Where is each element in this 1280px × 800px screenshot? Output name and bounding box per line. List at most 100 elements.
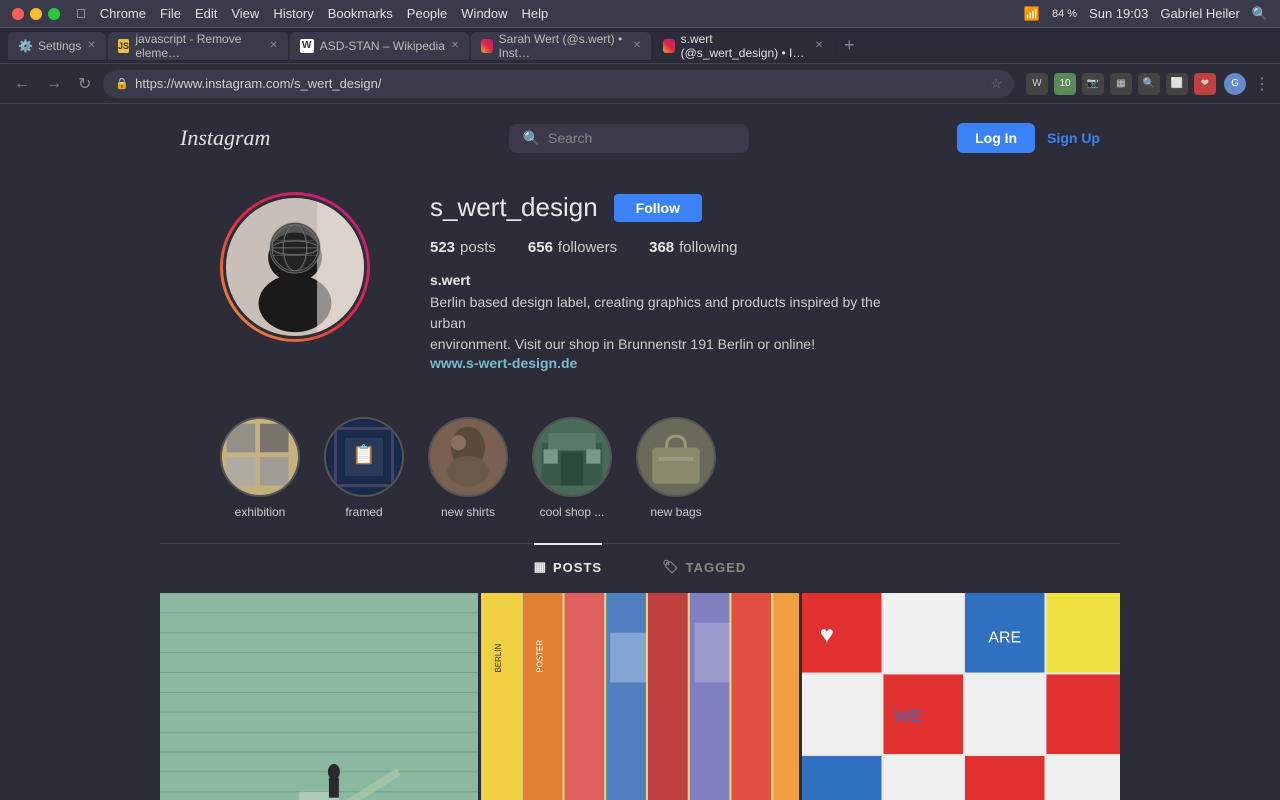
avatar-inner [223,195,367,339]
ext-btn-6[interactable]: ⬜ [1166,73,1188,95]
url-text: https://www.instagram.com/s_wert_design/ [135,76,984,91]
history-menu[interactable]: History [273,6,313,21]
highlights-row: exhibition 📋 framed [160,407,1120,543]
highlight-newshirts-circle [428,417,508,497]
posts-tab-label: POSTS [553,560,602,575]
address-bar[interactable]: 🔒 https://www.instagram.com/s_wert_desig… [103,70,1014,98]
tagged-tab-label: TAGGED [686,560,747,575]
highlight-framed-image: 📋 [326,419,402,495]
post-thumb-2[interactable]: BERLIN POSTER [481,593,799,800]
tab-swert-close[interactable]: ✕ [815,40,823,51]
highlight-newbags-image [638,419,714,495]
ext-btn-1[interactable]: W [1026,73,1048,95]
followers-count: 656 [528,239,553,256]
swert-tab-icon [663,39,674,53]
wikipedia-tab-icon: W [300,39,314,53]
tab-wikipedia[interactable]: W ASD-STAN – Wikipedia ✕ [290,32,470,60]
tab-javascript[interactable]: JS javascript - Remove eleme… ✕ [108,32,288,60]
posts-grid: BERLIN POSTER [160,589,1120,800]
search-icon-ig: 🔍 [523,130,540,147]
post-thumb-3[interactable]: ♥ WE ARE [802,593,1120,800]
settings-tab-icon: ⚙️ [18,39,32,53]
view-menu[interactable]: View [231,6,259,21]
stat-followers[interactable]: 656 followers [528,239,617,256]
ext-btn-3[interactable]: 📷 [1082,73,1104,95]
highlight-newshirts-image [430,419,506,495]
user-avatar-nav[interactable]: G [1224,73,1246,95]
help-menu[interactable]: Help [522,6,549,21]
avatar-wrapper [220,192,370,342]
tab-tagged[interactable]: 🏷 TAGGED [662,543,746,589]
wifi-icon: 📶 [1024,6,1040,22]
post-thumb-1[interactable] [160,593,478,800]
instagram-logo: Instagram [180,120,300,156]
following-label: following [679,239,737,256]
highlight-newbags[interactable]: new bags [636,417,716,519]
chrome-menu[interactable]: Chrome [100,6,146,21]
signup-button[interactable]: Sign Up [1047,130,1100,146]
bio-name: s.wert [430,272,1080,288]
tab-sarah-close[interactable]: ✕ [633,40,641,51]
bookmark-icon[interactable]: ☆ [990,76,1002,92]
highlight-coolshop[interactable]: cool shop ... [532,417,612,519]
highlight-framed[interactable]: 📋 framed [324,417,404,519]
edit-menu[interactable]: Edit [195,6,217,21]
search-placeholder: Search [548,130,592,146]
tab-settings[interactable]: ⚙️ Settings ✕ [8,32,106,60]
more-options-button[interactable]: ⋮ [1254,74,1270,94]
instagram-page: Instagram 🔍 Search Log In Sign Up [0,104,1280,800]
traffic-lights [12,8,60,20]
file-menu[interactable]: File [160,6,181,21]
highlight-framed-label: framed [345,505,382,519]
ig-header: Instagram 🔍 Search Log In Sign Up [160,104,1120,172]
followers-label: followers [558,239,617,256]
follow-button[interactable]: Follow [614,194,702,222]
apple-menu[interactable]:  [76,6,86,21]
instagram-logo-text: Instagram [180,125,270,151]
ext-btn-4[interactable]: ▦ [1110,73,1132,95]
svg-text:ARE: ARE [988,630,1021,647]
javascript-tab-icon: JS [118,39,130,53]
profile-bio: s.wert Berlin based design label, creati… [430,272,1080,373]
stat-following[interactable]: 368 following [649,239,737,256]
tabs-bar: ⚙️ Settings ✕ JS javascript - Remove ele… [0,28,1280,64]
highlight-newbags-circle [636,417,716,497]
ig-search-bar[interactable]: 🔍 Search [509,124,749,153]
new-tab-button[interactable]: + [835,32,863,60]
people-menu[interactable]: People [407,6,447,21]
minimize-dot[interactable] [30,8,42,20]
close-dot[interactable] [12,8,24,20]
ext-btn-7[interactable]: ❤ [1194,73,1216,95]
ext-btn-5[interactable]: 🔍 [1138,73,1160,95]
highlight-exhibition[interactable]: exhibition [220,417,300,519]
tab-swert[interactable]: s.wert (@s_wert_design) • I… ✕ [653,32,833,60]
maximize-dot[interactable] [48,8,60,20]
tab-wikipedia-close[interactable]: ✕ [451,40,459,51]
search-icon[interactable]: 🔍 [1252,6,1268,22]
posts-tab-icon: ▦ [534,559,547,575]
profile-stats: 523 posts 656 followers 368 following [430,239,1080,256]
avatar-image [226,198,364,336]
bio-text: Berlin based design label, creating grap… [430,292,910,355]
back-button[interactable]: ← [10,71,34,97]
window-menu[interactable]: Window [461,6,507,21]
tab-posts[interactable]: ▦ POSTS [534,543,602,589]
refresh-button[interactable]: ↻ [74,70,95,98]
extensions-area: W 10 📷 ▦ 🔍 ⬜ ❤ [1026,73,1216,95]
highlight-exhibition-circle [220,417,300,497]
highlight-framed-circle: 📋 [324,417,404,497]
tab-wikipedia-label: ASD-STAN – Wikipedia [320,39,445,53]
lock-icon: 🔒 [115,77,129,90]
bio-link[interactable]: www.s-wert-design.de [430,355,577,371]
highlight-newshirts[interactable]: new shirts [428,417,508,519]
forward-button[interactable]: → [42,71,66,97]
ig-header-actions: Log In Sign Up [957,123,1100,153]
tab-sarah[interactable]: Sarah Wert (@s.wert) • Inst… ✕ [471,32,651,60]
tab-settings-close[interactable]: ✕ [87,40,95,51]
login-button[interactable]: Log In [957,123,1035,153]
bookmarks-menu[interactable]: Bookmarks [328,6,393,21]
tab-javascript-close[interactable]: ✕ [269,40,277,51]
highlight-coolshop-circle [532,417,612,497]
titlebar-right: 📶 84 % Sun 19:03 Gabriel Heiler 🔍 [1024,6,1268,22]
ext-btn-2[interactable]: 10 [1054,73,1076,95]
